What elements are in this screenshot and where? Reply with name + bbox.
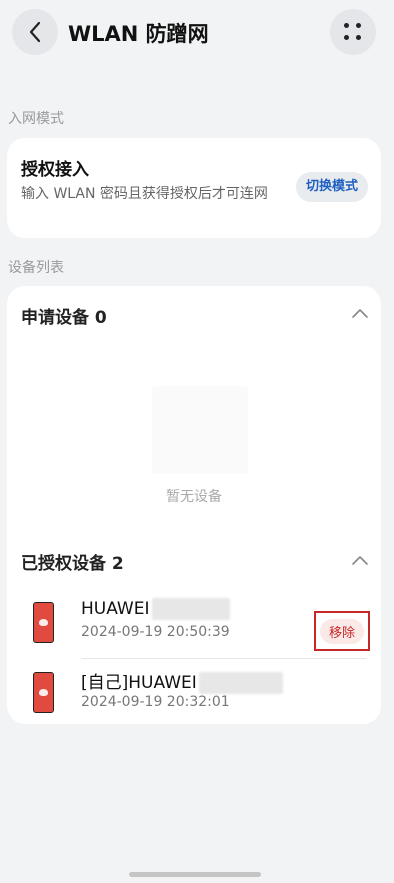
empty-text: 暂无设备 xyxy=(166,489,222,505)
access-mode-card: 授权接入 输入 WLAN 密码且获得授权后才可连网 切换模式 xyxy=(7,138,381,238)
home-indicator[interactable] xyxy=(129,872,261,877)
divider xyxy=(81,658,367,659)
device-list-card: 申请设备 0 暂无设备 已授权设备 2 HUAWEI 2024-09-19 20… xyxy=(7,286,381,724)
mode-description: 输入 WLAN 密码且获得授权后才可连网 xyxy=(21,186,268,202)
more-options-button[interactable] xyxy=(330,9,376,55)
huawei-logo-icon xyxy=(39,689,48,696)
app-header: WLAN 防蹭网 xyxy=(0,0,394,66)
huawei-logo-icon xyxy=(39,619,48,626)
phone-icon xyxy=(33,602,54,643)
dot-icon xyxy=(356,23,361,28)
device-time: 2024-09-19 20:50:39 xyxy=(81,624,230,640)
chevron-up-icon[interactable] xyxy=(351,307,369,319)
section-label-access-mode: 入网模式 xyxy=(8,111,64,127)
device-row[interactable]: HUAWEI 2024-09-19 20:50:39 移除 xyxy=(7,596,381,660)
chevron-left-icon xyxy=(29,21,41,43)
device-name: HUAWEI xyxy=(81,598,230,620)
mode-title: 授权接入 xyxy=(21,160,89,180)
dot-icon xyxy=(344,23,349,28)
page-title: WLAN 防蹭网 xyxy=(68,22,209,46)
authorized-devices-title: 已授权设备 2 xyxy=(21,554,124,574)
phone-icon xyxy=(33,672,54,713)
switch-mode-button[interactable]: 切换模式 xyxy=(295,172,368,202)
section-label-device-list: 设备列表 xyxy=(8,260,64,276)
back-button[interactable] xyxy=(12,9,58,55)
empty-illustration xyxy=(152,386,248,474)
dot-icon xyxy=(356,35,361,40)
pending-devices-title: 申请设备 0 xyxy=(21,308,107,328)
device-name: [自己]HUAWEI xyxy=(81,668,283,694)
device-row[interactable]: [自己]HUAWEI 2024-09-19 20:32:01 xyxy=(7,666,381,730)
remove-button[interactable]: 移除 xyxy=(314,611,370,651)
remove-label: 移除 xyxy=(319,618,364,644)
device-time: 2024-09-19 20:32:01 xyxy=(81,694,230,710)
dot-icon xyxy=(344,35,349,40)
chevron-up-icon[interactable] xyxy=(351,554,369,566)
